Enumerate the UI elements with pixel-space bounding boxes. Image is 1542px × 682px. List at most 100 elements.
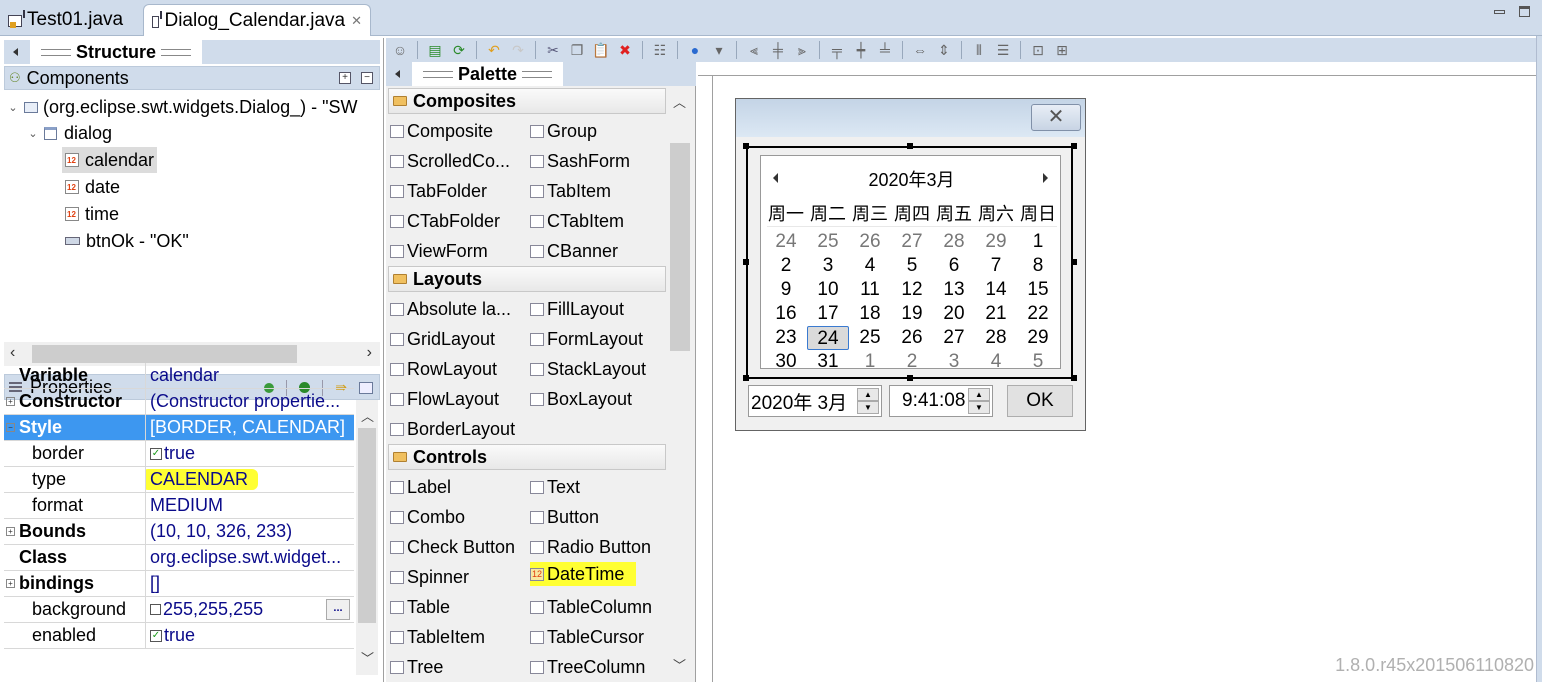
palette-item-tabitem[interactable]: TabItem [530,176,611,206]
test-ui-icon[interactable]: ☺ [390,41,410,59]
tab-test01-java[interactable]: Test01.java [0,4,131,36]
show-advanced-icon[interactable] [359,381,373,394]
spin-down-icon[interactable]: ▼ [857,401,879,414]
redo-icon[interactable]: ↷ [508,41,528,59]
calendar-day[interactable]: 5 [891,254,933,278]
calendar-day[interactable]: 26 [891,326,933,350]
tree-item-calendar[interactable]: calendar [62,147,158,173]
close-tab-icon[interactable]: ✕ [351,13,362,29]
property-value[interactable]: [] [146,571,354,596]
palette-item-ctabfolder[interactable]: CTabFolder [390,206,500,236]
palette-category-layouts[interactable]: Layouts [388,266,666,292]
calendar-day[interactable]: 3 [933,350,975,374]
calendar-day[interactable]: 21 [975,302,1017,326]
calendar-day[interactable]: 14 [975,278,1017,302]
resize-handle[interactable] [743,259,749,265]
calendar-day[interactable]: 29 [975,230,1017,254]
palette-item-sashform[interactable]: SashForm [530,146,630,176]
scroll-left-icon[interactable]: ‹ [10,344,15,362]
resize-handle[interactable] [743,143,749,149]
browse-button[interactable]: ... [326,599,350,620]
palette-item-formlayout[interactable]: FormLayout [530,324,643,354]
resize-handle[interactable] [907,143,913,149]
tree-item-dialog[interactable]: ⌄ dialog [26,120,112,146]
dropdown-icon[interactable]: ▾ [709,41,729,59]
expand-all-icon[interactable]: + [339,72,351,84]
calendar-day[interactable]: 8 [1017,254,1059,278]
calendar-day[interactable]: 1 [1017,230,1059,254]
palette-item-datetime[interactable]: 12 DateTime [530,562,637,586]
calendar-widget[interactable]: 2020年3月 周一 周二 周三 周四 周五 周六 周日 24 25 26 27 28 29 1 2 3 4 5 6… [760,155,1061,372]
property-row-type[interactable]: type CALENDAR [4,467,354,493]
dialog-preview[interactable]: ✕ 2020年3月 周一 周二 周三 周四 周五 周六 周日 24 25 26 27 28 29 1 2 3 4… [735,98,1086,431]
undo-icon[interactable]: ↶ [484,41,504,59]
date-picker[interactable]: 2020年 3月 ▲ ▼ [748,385,882,417]
palette-item-tabfolder[interactable]: TabFolder [390,176,487,206]
property-value[interactable]: 255,255,255... [146,597,354,622]
collapse-icon[interactable]: − [6,423,15,432]
palette-item-filllayout[interactable]: FillLayout [530,294,624,324]
next-month-icon[interactable] [1043,173,1048,183]
scroll-right-icon[interactable]: › [367,344,372,362]
palette-item-stacklayout[interactable]: StackLayout [530,354,646,384]
palette-item-table[interactable]: Table [390,592,450,622]
calendar-day[interactable]: 20 [933,302,975,326]
same-height-icon[interactable]: ⇕ [934,41,954,59]
checkbox-icon[interactable]: ✓ [150,629,162,642]
property-row-format[interactable]: format MEDIUM [4,493,354,519]
align-right-icon[interactable]: ⫸ [792,41,812,59]
tab-dialog-calendar-java[interactable]: Dialog_Calendar.java ✕ [143,4,371,36]
calendar-day[interactable]: 2 [765,254,807,278]
resize-handle[interactable] [1071,143,1077,149]
calendar-day[interactable]: 19 [891,302,933,326]
property-row-bounds[interactable]: + Bounds (10, 10, 326, 233) [4,519,354,545]
space-horiz-icon[interactable]: ⦀ [969,41,989,59]
property-value[interactable]: (Constructor propertie... [146,389,354,414]
spin-up-icon[interactable]: ▲ [857,388,879,401]
properties-icon[interactable]: ☷ [650,41,670,59]
property-row-class[interactable]: Class org.eclipse.swt.widget... [4,545,354,571]
minimize-icon[interactable] [1494,10,1505,14]
calendar-day[interactable]: 31 [807,350,849,374]
property-value[interactable]: CALENDAR [146,467,354,492]
align-bottom-icon[interactable]: ╧ [875,41,895,59]
palette-item-label[interactable]: Label [390,472,451,502]
calendar-day[interactable]: 30 [765,350,807,374]
calendar-day[interactable]: 15 [1017,278,1059,302]
property-value[interactable]: calendar [146,363,354,388]
chevron-down-icon[interactable]: ⌄ [6,101,20,114]
delete-icon[interactable]: ✖ [615,41,635,59]
property-row-bindings[interactable]: + bindings [] [4,571,354,597]
resize-handle[interactable] [1071,259,1077,265]
scrollbar-thumb[interactable] [32,345,297,363]
palette-item-tablecursor[interactable]: TableCursor [530,622,644,652]
property-value[interactable]: (10, 10, 326, 233) [146,519,354,544]
paste-icon[interactable]: 📋 [591,41,611,59]
same-width-icon[interactable]: ⇔ [910,41,930,59]
calendar-day[interactable]: 22 [1017,302,1059,326]
property-value[interactable]: ✓ true [146,623,354,648]
collapse-arrow-icon[interactable] [395,70,400,78]
palette-item-borderlayout[interactable]: BorderLayout [390,414,515,444]
property-row-constructor[interactable]: + Constructor (Constructor propertie... [4,389,354,415]
property-row-background[interactable]: background 255,255,255... [4,597,354,623]
calendar-day[interactable]: 29 [1017,326,1059,350]
align-center-icon[interactable]: ╪ [768,41,788,59]
calendar-day[interactable]: 4 [849,254,891,278]
time-picker[interactable]: 9:41:08 ▲ ▼ [889,385,993,417]
scroll-up-icon[interactable]: ︿ [361,406,374,425]
palette-item-button[interactable]: Button [530,502,599,532]
tree-item-time[interactable]: time [65,201,119,227]
palette-item-gridlayout[interactable]: GridLayout [390,324,495,354]
source-icon[interactable]: ▤ [425,41,445,59]
space-vert-icon[interactable]: ☰ [993,41,1013,59]
palette-item-composite[interactable]: Composite [390,116,493,146]
maximize-icon[interactable] [1519,6,1530,17]
expand-icon[interactable]: + [6,397,15,406]
calendar-day[interactable]: 5 [1017,350,1059,374]
chevron-down-icon[interactable]: ⌄ [26,127,40,140]
ok-button[interactable]: OK [1007,385,1073,417]
calendar-day[interactable]: 26 [849,230,891,254]
palette-item-radio-button[interactable]: Radio Button [530,532,651,562]
calendar-day[interactable]: 27 [891,230,933,254]
